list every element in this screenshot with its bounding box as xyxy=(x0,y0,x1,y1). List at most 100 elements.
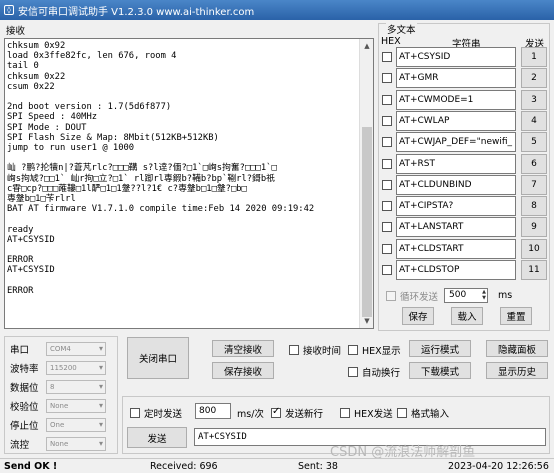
multi-row: AT+LANSTART 9 xyxy=(381,217,547,238)
run-mode-button[interactable]: 运行模式 xyxy=(409,340,471,357)
multi-send-button[interactable]: 2 xyxy=(521,68,547,89)
baud-row: 波特率 115200 xyxy=(10,360,106,376)
multi-hex-checkbox[interactable] xyxy=(382,158,392,169)
multi-send-button[interactable]: 8 xyxy=(521,196,547,217)
flow-label: 流控 xyxy=(10,440,30,451)
multi-hex-checkbox[interactable] xyxy=(382,115,392,126)
multi-row: AT+CWMODE=1 3 xyxy=(381,89,547,110)
loop-send-label: 循环发送 xyxy=(400,291,439,303)
multi-command-input[interactable]: AT+CLDUNBIND xyxy=(396,174,516,195)
auto-wrap-option[interactable]: 自动换行 xyxy=(348,365,400,379)
hex-display-option[interactable]: HEX显示 xyxy=(348,343,401,357)
multi-command-input[interactable]: AT+CWMODE=1 xyxy=(396,89,516,110)
close-port-button[interactable]: 关闭串口 xyxy=(127,337,189,379)
load-multi-button[interactable]: 载入 xyxy=(451,307,483,325)
received-count: Received: 696 xyxy=(150,461,218,472)
receive-label: 接收 xyxy=(6,26,26,37)
multi-command-input[interactable]: AT+RST xyxy=(396,153,516,174)
receive-time-option[interactable]: 接收时间 xyxy=(289,343,341,357)
receive-area[interactable]: chksum 0x92 load 0x3ffe82fc, len 676, ro… xyxy=(4,38,374,329)
baud-select[interactable]: 115200 xyxy=(46,361,106,375)
send-button[interactable]: 发送 xyxy=(127,427,187,448)
format-input-option[interactable]: 格式输入 xyxy=(397,406,449,420)
multi-hex-checkbox[interactable] xyxy=(382,52,392,62)
multi-command-input[interactable]: AT+GMR xyxy=(396,68,516,89)
save-receive-button[interactable]: 保存接收 xyxy=(212,362,274,379)
stop-bits-select[interactable]: One xyxy=(46,418,106,432)
title-bar: ◊ 安信可串口调试助手 V1.2.3.0 www.ai-thinker.com xyxy=(0,0,554,20)
scroll-down-icon[interactable]: ▼ xyxy=(360,314,373,328)
multi-send-button[interactable]: 5 xyxy=(521,132,547,153)
clear-receive-button[interactable]: 清空接收 xyxy=(212,340,274,357)
scroll-up-icon[interactable]: ▲ xyxy=(360,39,373,53)
multi-hex-checkbox[interactable] xyxy=(382,243,392,254)
data-bits-label: 数据位 xyxy=(10,383,39,394)
loop-interval-input[interactable]: 500 xyxy=(444,288,489,303)
multi-command-input[interactable]: AT+CLDSTART xyxy=(396,238,516,259)
receive-time-checkbox[interactable] xyxy=(289,345,299,355)
auto-wrap-label: 自动换行 xyxy=(362,368,401,379)
flow-select[interactable]: None xyxy=(46,437,106,451)
loop-send-checkbox[interactable] xyxy=(386,290,396,301)
loop-unit: ms xyxy=(498,290,513,301)
hex-send-checkbox[interactable] xyxy=(340,408,350,418)
hex-display-label: HEX显示 xyxy=(362,346,401,357)
multi-send-button[interactable]: 9 xyxy=(521,217,547,238)
reset-multi-button[interactable]: 重置 xyxy=(500,307,532,325)
hex-send-label: HEX发送 xyxy=(354,409,393,420)
port-select[interactable]: COM4 xyxy=(46,342,106,356)
hex-send-option[interactable]: HEX发送 xyxy=(340,406,393,420)
multi-send-button[interactable]: 1 xyxy=(521,47,547,67)
format-input-checkbox[interactable] xyxy=(397,408,407,418)
multi-send-button[interactable]: 4 xyxy=(521,110,547,131)
multi-row: AT+CLDUNBIND 7 xyxy=(381,174,547,195)
multi-row: AT+GMR 2 xyxy=(381,68,547,89)
timed-send-option[interactable]: 定时发送 xyxy=(130,406,182,420)
save-multi-button[interactable]: 保存 xyxy=(402,307,434,325)
status-bar: Send OK ! Received: 696 Sent: 38 2023-04… xyxy=(0,458,554,473)
multi-hex-checkbox[interactable] xyxy=(382,222,392,233)
multi-row: AT+RST 6 xyxy=(381,153,547,174)
multi-hex-checkbox[interactable] xyxy=(382,73,392,84)
multi-send-button[interactable]: 7 xyxy=(521,174,547,195)
show-history-button[interactable]: 显示历史 xyxy=(486,362,548,379)
multi-command-input[interactable]: AT+CWLAP xyxy=(396,110,516,131)
receive-text[interactable]: chksum 0x92 load 0x3ffe82fc, len 676, ro… xyxy=(7,41,359,327)
multi-send-button[interactable]: 11 xyxy=(521,260,547,280)
parity-select[interactable]: None xyxy=(46,399,106,413)
multi-row: AT+CSYSID 1 xyxy=(381,47,547,67)
multi-row: AT+CIPSTA? 8 xyxy=(381,196,547,217)
hide-panel-button[interactable]: 隐藏面板 xyxy=(486,340,548,357)
timed-interval-input[interactable]: 800 xyxy=(195,403,231,419)
multi-hex-checkbox[interactable] xyxy=(382,179,392,190)
send-newline-option[interactable]: 发送新行 xyxy=(271,406,323,420)
multi-send-button[interactable]: 6 xyxy=(521,153,547,174)
multi-row: AT+CLDSTOP 11 xyxy=(381,260,547,280)
data-bits-select[interactable]: 8 xyxy=(46,380,106,394)
receive-time-label: 接收时间 xyxy=(303,346,342,357)
parity-label: 校验位 xyxy=(10,402,39,413)
send-newline-checkbox[interactable] xyxy=(271,406,281,418)
auto-wrap-checkbox[interactable] xyxy=(348,367,358,377)
hex-display-checkbox[interactable] xyxy=(348,345,358,355)
port-label: 串口 xyxy=(10,345,30,356)
multi-command-input[interactable]: AT+CLDSTOP xyxy=(396,260,516,280)
multi-command-input[interactable]: AT+CWJAP_DEF="newifi_ xyxy=(396,132,516,153)
download-mode-button[interactable]: 下载模式 xyxy=(409,362,471,379)
multi-hex-checkbox[interactable] xyxy=(382,137,392,148)
scroll-thumb[interactable] xyxy=(362,127,372,317)
multi-command-input[interactable]: AT+CIPSTA? xyxy=(396,196,516,217)
timed-send-label: 定时发送 xyxy=(144,409,183,420)
send-newline-label: 发送新行 xyxy=(285,409,324,420)
data-bits-row: 数据位 8 xyxy=(10,379,106,395)
multi-hex-checkbox[interactable] xyxy=(382,201,392,212)
multi-command-input[interactable]: AT+CSYSID xyxy=(396,47,516,67)
port-row: 串口 COM4 xyxy=(10,341,106,357)
multi-command-input[interactable]: AT+LANSTART xyxy=(396,217,516,238)
receive-scrollbar[interactable]: ▲ ▼ xyxy=(359,39,373,328)
multi-hex-checkbox[interactable] xyxy=(382,265,392,275)
timed-send-checkbox[interactable] xyxy=(130,408,140,418)
multi-send-button[interactable]: 3 xyxy=(521,89,547,110)
multi-hex-checkbox[interactable] xyxy=(382,94,392,105)
multi-send-button[interactable]: 10 xyxy=(521,238,547,259)
